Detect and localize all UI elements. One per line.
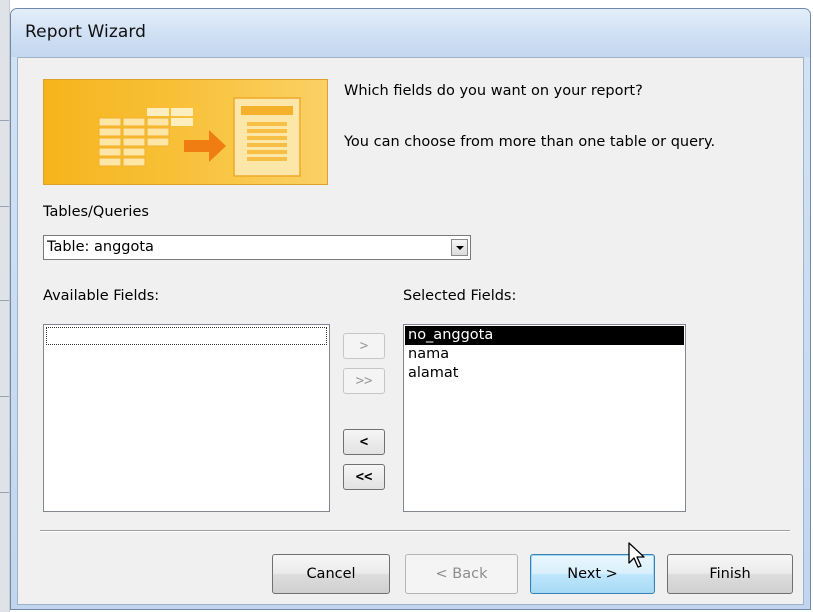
tables-queries-label: Tables/Queries	[43, 204, 149, 220]
desktop-mark	[0, 396, 9, 397]
tables-queries-dropdown[interactable]: Table: anggota	[43, 235, 471, 260]
screen: Report Wizard Which fields do you want o…	[0, 0, 813, 612]
selected-field-item[interactable]: nama	[405, 345, 684, 364]
desktop-mark	[0, 492, 9, 493]
mouse-pointer-icon	[628, 542, 645, 568]
selected-field-item[interactable]: alamat	[405, 364, 684, 383]
chevron-down-icon[interactable]	[451, 239, 468, 256]
available-fields-label: Available Fields:	[43, 288, 160, 304]
add-all-fields-button[interactable]: >>	[343, 368, 385, 394]
report-wizard-window: Report Wizard Which fields do you want o…	[10, 8, 811, 610]
finish-button[interactable]: Finish	[667, 554, 793, 594]
titlebar[interactable]: Report Wizard	[11, 9, 810, 57]
desktop-edge	[0, 0, 10, 612]
desktop-mark	[0, 206, 9, 207]
tables-queries-value: Table: anggota	[47, 239, 154, 255]
selected-field-item[interactable]: no_anggota	[405, 326, 684, 345]
available-fields-list[interactable]	[43, 324, 330, 512]
report-wizard-illustration-icon	[43, 79, 328, 185]
remove-field-button[interactable]: <	[343, 429, 385, 455]
footer-divider	[40, 530, 790, 532]
add-field-button[interactable]: >	[343, 333, 385, 359]
window-title: Report Wizard	[25, 22, 147, 42]
selected-fields-label: Selected Fields:	[403, 288, 517, 304]
desktop-mark	[0, 300, 9, 301]
wizard-hint: You can choose from more than one table …	[344, 134, 716, 150]
selected-fields-list[interactable]: no_anggota nama alamat	[403, 324, 686, 512]
wizard-question: Which fields do you want on your report?	[344, 83, 643, 99]
remove-all-fields-button[interactable]: <<	[343, 464, 385, 490]
desktop-mark	[0, 120, 9, 121]
dialog-body: Which fields do you want on your report?…	[17, 57, 804, 605]
focus-rectangle	[46, 327, 327, 345]
back-button[interactable]: < Back	[405, 554, 518, 594]
cancel-button[interactable]: Cancel	[272, 554, 390, 594]
